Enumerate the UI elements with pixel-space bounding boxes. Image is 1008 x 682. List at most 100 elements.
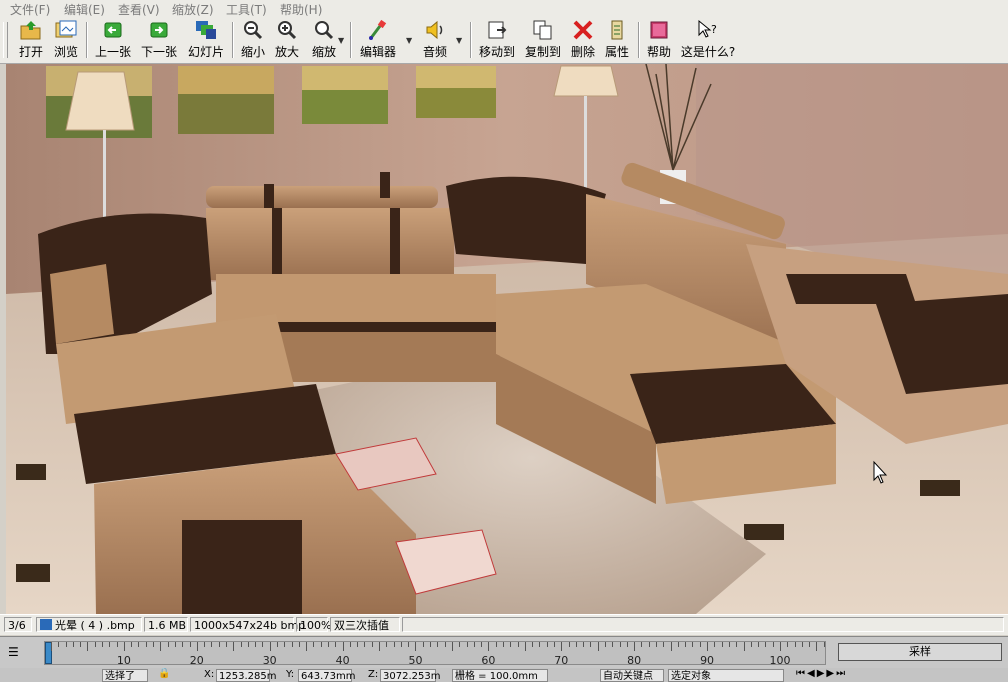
timeline-tick bbox=[102, 642, 104, 647]
bmp-file-icon bbox=[40, 619, 52, 630]
status-filesize: 1.6 MB bbox=[144, 617, 188, 632]
timeline-tick bbox=[291, 642, 293, 647]
delete-button[interactable]: 删除 bbox=[568, 19, 598, 61]
whats-this-button[interactable]: ? 这是什么? bbox=[678, 19, 738, 61]
timeline-tick bbox=[794, 642, 796, 647]
image-viewer[interactable] bbox=[6, 64, 1008, 614]
timeline-tick bbox=[670, 642, 672, 651]
x-coordinate-field[interactable]: 1253.285m bbox=[216, 669, 276, 682]
selected-object-dropdown[interactable]: 选定对象 bbox=[668, 669, 784, 682]
zoom-dropdown-icon[interactable]: ▼ bbox=[338, 36, 344, 45]
timeline-tick bbox=[626, 642, 628, 647]
timeline-tick-label: 90 bbox=[700, 654, 715, 667]
speaker-icon bbox=[426, 20, 443, 40]
editor-dropdown-icon[interactable]: ▼ bbox=[406, 36, 412, 45]
timeline-tick bbox=[145, 642, 147, 647]
timeline-tick bbox=[320, 642, 322, 647]
timeline-tick-label: 10 bbox=[116, 654, 131, 667]
toolbar: 打开 浏览 上一张 下一张 幻灯片 缩小 放大 缩放 ▼ 编辑器 ▼ 音频 ▼ … bbox=[0, 16, 1008, 64]
timeline-tick-label: 60 bbox=[481, 654, 496, 667]
z-coordinate-field[interactable]: 3072.253m bbox=[380, 669, 440, 682]
move-to-icon bbox=[488, 21, 507, 39]
timeline-tick-label: 70 bbox=[554, 654, 569, 667]
timeline-tick bbox=[400, 642, 402, 647]
timeline-tick bbox=[167, 642, 169, 647]
status-empty bbox=[402, 617, 1004, 632]
timeline-tick bbox=[422, 642, 424, 647]
selection-status: 选择了 bbox=[102, 669, 148, 682]
timeline-tick bbox=[750, 642, 752, 647]
timeline-menu-icon[interactable]: ☰ bbox=[8, 645, 19, 659]
timeline-tick bbox=[495, 642, 497, 647]
timeline-tick bbox=[357, 642, 359, 647]
coordinate-bar: 选择了 🔒 X: 1253.285m Y: 643.73mm Z: 3072.2… bbox=[0, 668, 1008, 682]
auto-key-button[interactable]: 自动关键点 bbox=[600, 669, 664, 682]
timeline-tick bbox=[779, 642, 781, 651]
timeline-tick bbox=[634, 642, 636, 651]
timeline-tick bbox=[677, 642, 679, 647]
timeline-tick bbox=[728, 642, 730, 647]
open-button[interactable]: 打开 bbox=[14, 19, 48, 61]
timeline-tick bbox=[481, 642, 483, 647]
prev-image-button[interactable]: 上一张 bbox=[92, 19, 134, 61]
magnifier-minus-icon bbox=[244, 21, 263, 40]
help-book-icon bbox=[650, 21, 668, 39]
slideshow-button[interactable]: 幻灯片 bbox=[184, 19, 228, 61]
timeline-tick bbox=[656, 642, 658, 647]
sample-button[interactable]: 采样 bbox=[838, 643, 1002, 661]
playback-controls-icon[interactable]: ⏮◀▶▶⏭ bbox=[796, 668, 847, 679]
editor-button[interactable]: 编辑器 bbox=[356, 19, 400, 61]
timeline-tick bbox=[612, 642, 614, 647]
timeline-tick bbox=[116, 642, 118, 647]
zoom-in-button[interactable]: 放大 bbox=[272, 19, 302, 61]
timeline-tick bbox=[65, 642, 67, 647]
timeline-tick bbox=[131, 642, 133, 647]
lock-icon[interactable]: 🔒 bbox=[158, 668, 170, 679]
move-to-button[interactable]: 移动到 bbox=[476, 19, 518, 61]
toolbar-grip[interactable] bbox=[3, 22, 8, 58]
properties-button[interactable]: 属性 bbox=[602, 19, 632, 61]
audio-dropdown-icon[interactable]: ▼ bbox=[456, 36, 462, 45]
audio-button[interactable]: 音频 bbox=[418, 19, 452, 61]
timeline-tick bbox=[459, 642, 461, 647]
timeline-tick bbox=[109, 642, 111, 647]
timeline-tick bbox=[342, 642, 344, 651]
status-index: 3/6 bbox=[4, 617, 32, 632]
timeline-tick bbox=[663, 642, 665, 647]
browse-icon bbox=[55, 20, 77, 38]
timeline-tick bbox=[553, 642, 555, 647]
help-button[interactable]: 帮助 bbox=[644, 19, 674, 61]
timeline-tick bbox=[801, 642, 803, 647]
timeline-tick bbox=[568, 642, 570, 647]
timeline-tick bbox=[561, 642, 563, 651]
timeline-tick bbox=[255, 642, 257, 647]
timeline-ruler[interactable]: 10 20 30 40 50 60 70 80 90 100 bbox=[44, 641, 826, 667]
timeline-tick-label: 50 bbox=[408, 654, 423, 667]
timeline-tick bbox=[58, 642, 60, 647]
next-image-button[interactable]: 下一张 bbox=[138, 19, 180, 61]
zoom-out-button[interactable]: 缩小 bbox=[238, 19, 268, 61]
timeline-tick bbox=[94, 642, 96, 647]
open-folder-icon bbox=[20, 21, 41, 40]
grid-size: 栅格 = 100.0mm bbox=[452, 669, 548, 682]
timeline-tick bbox=[247, 642, 249, 647]
timeline-tick bbox=[466, 642, 468, 647]
status-dimensions: 1000x547x24b bmp bbox=[190, 617, 305, 632]
timeline-tick bbox=[772, 642, 774, 647]
timeline-tick bbox=[408, 642, 410, 647]
timeline-tick bbox=[605, 642, 607, 647]
timeline-tick bbox=[160, 642, 162, 651]
timeline-tick bbox=[51, 642, 52, 651]
y-label: Y: bbox=[286, 669, 295, 680]
y-coordinate-field[interactable]: 643.73mm bbox=[298, 669, 355, 682]
timeline-tick-label: 40 bbox=[335, 654, 350, 667]
timeline-tick bbox=[262, 642, 264, 647]
timeline-tick bbox=[298, 642, 300, 647]
timeline-tick bbox=[138, 642, 140, 647]
paint-brush-icon bbox=[369, 19, 387, 40]
copy-to-button[interactable]: 复制到 bbox=[522, 19, 564, 61]
menu-bar: 文件(F) 编辑(E) 查看(V) 缩放(Z) 工具(T) 帮助(H) bbox=[0, 0, 1008, 17]
zoom-button[interactable]: 缩放 bbox=[308, 19, 340, 61]
timeline-tick bbox=[539, 642, 541, 647]
browse-button[interactable]: 浏览 bbox=[50, 19, 82, 61]
